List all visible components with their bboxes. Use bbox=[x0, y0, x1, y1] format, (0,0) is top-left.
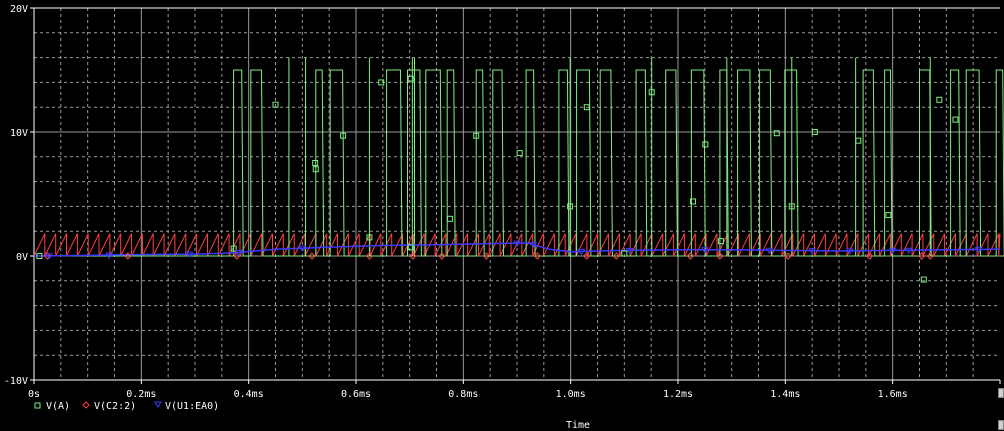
x-tick-label: 0.6ms bbox=[341, 389, 371, 400]
y-tick-label: 0V bbox=[16, 252, 28, 263]
scroll-down-arrow[interactable] bbox=[998, 420, 1004, 430]
x-tick-label: 1.6ms bbox=[878, 389, 908, 400]
x-tick-label: 0.4ms bbox=[234, 389, 264, 400]
legend-label-v-c2-2: V(C2:2) bbox=[94, 401, 136, 412]
x-tick-label: 1.0ms bbox=[556, 389, 586, 400]
scroll-up-arrow[interactable] bbox=[998, 388, 1004, 398]
x-tick-label: 0.2ms bbox=[126, 389, 156, 400]
legend: V(A) V(C2:2) V(U1:EA0) bbox=[34, 401, 219, 412]
y-tick-label: -10V bbox=[4, 376, 28, 387]
x-tick-label: 0s bbox=[28, 389, 40, 400]
x-tick-label: 1.4ms bbox=[770, 389, 800, 400]
chart-background bbox=[0, 0, 1004, 431]
x-axis-label: Time bbox=[566, 420, 590, 431]
legend-label-v-a: V(A) bbox=[46, 401, 70, 412]
legend-label-v-u1-ea0: V(U1:EA0) bbox=[165, 401, 219, 412]
y-tick-label: 10V bbox=[10, 128, 28, 139]
x-tick-label: 1.2ms bbox=[663, 389, 693, 400]
x-tick-label: 0.8ms bbox=[448, 389, 478, 400]
y-tick-label: 20V bbox=[10, 4, 28, 15]
oscilloscope-chart: 20V 10V 0V -10V 0s 0.2ms 0.4ms 0.6ms 0.8ms 1.0ms… bbox=[0, 0, 1004, 431]
